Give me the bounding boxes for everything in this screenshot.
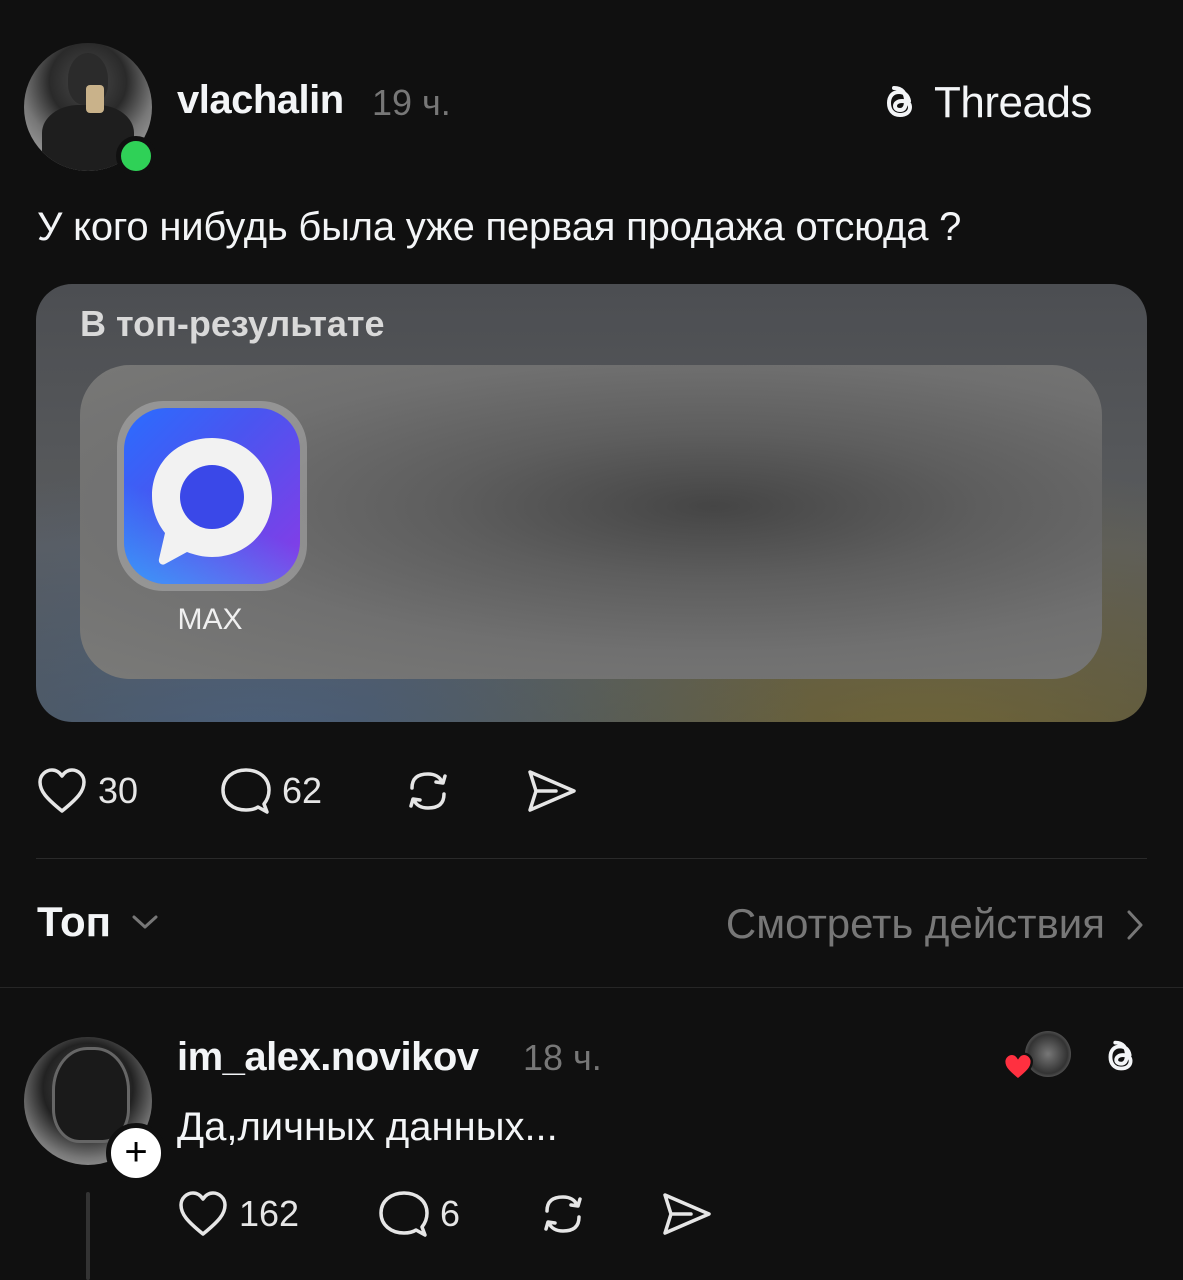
- reply-share-button[interactable]: [661, 1189, 713, 1239]
- reply-like-count: 162: [239, 1193, 300, 1234]
- like-count: 30: [98, 770, 139, 811]
- post-time: 19 ч.: [372, 82, 451, 123]
- follow-button[interactable]: +: [106, 1123, 166, 1183]
- reply-text: Да,личных данных...: [177, 1105, 558, 1149]
- share-button[interactable]: [526, 766, 578, 816]
- comment-count: 62: [282, 770, 323, 811]
- chevron-down-icon[interactable]: [130, 912, 160, 932]
- post-text: У кого нибудь была уже первая продажа от…: [37, 205, 962, 249]
- like-button[interactable]: 30: [36, 766, 138, 816]
- app-name-label: MAX: [177, 603, 243, 636]
- heart-icon: [38, 768, 86, 813]
- comment-icon: [379, 1191, 429, 1237]
- threads-logo-icon[interactable]: [1098, 1034, 1144, 1080]
- repost-icon: [544, 1195, 582, 1233]
- post-author-name[interactable]: vlachalin: [177, 78, 344, 123]
- view-activity-link[interactable]: Смотреть действия: [726, 900, 1105, 948]
- online-status-dot: [116, 136, 156, 176]
- threads-brand: Threads: [876, 78, 1092, 128]
- comment-icon: [221, 768, 271, 814]
- divider: [0, 987, 1183, 988]
- chevron-right-icon[interactable]: [1124, 908, 1146, 942]
- liked-heart-icon: [1002, 1052, 1034, 1082]
- reply-comment-button[interactable]: 6: [378, 1189, 460, 1239]
- repost-button[interactable]: [402, 766, 454, 816]
- sort-dropdown[interactable]: Топ: [37, 898, 111, 946]
- threads-brand-label: Threads: [934, 78, 1092, 127]
- heart-icon: [179, 1191, 227, 1236]
- thread-line: [86, 1192, 90, 1280]
- media-title: В топ-результате: [80, 303, 385, 344]
- reply-like-button[interactable]: 162: [177, 1189, 299, 1239]
- share-icon: [528, 770, 576, 812]
- reply-repost-button[interactable]: [537, 1189, 589, 1239]
- reply-time: 18 ч.: [523, 1037, 602, 1078]
- share-icon: [663, 1193, 711, 1235]
- divider: [36, 858, 1147, 859]
- threads-logo-icon: [886, 86, 913, 118]
- max-app-icon: [124, 408, 300, 584]
- comment-button[interactable]: 62: [220, 766, 322, 816]
- repost-icon: [409, 772, 447, 810]
- reply-author-name[interactable]: im_alex.novikov: [177, 1035, 479, 1080]
- reply-comment-count: 6: [440, 1193, 461, 1234]
